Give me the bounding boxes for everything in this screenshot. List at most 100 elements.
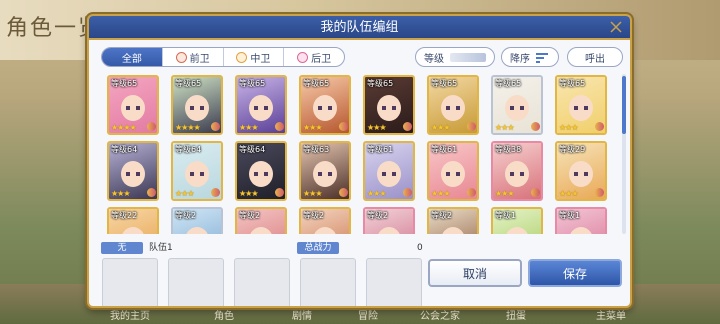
character-stars: ★★★ [239, 189, 258, 198]
team-slot[interactable] [366, 258, 422, 306]
character-card[interactable]: 等级64 ★★★ [171, 141, 223, 201]
team-slot[interactable] [234, 258, 290, 306]
character-stars: ★★★ [559, 189, 578, 198]
character-level: 等级22 [111, 211, 138, 220]
character-eyes [190, 172, 204, 176]
character-eyes [382, 172, 396, 176]
character-card[interactable]: 等级2 [235, 207, 287, 234]
save-label: 保存 [562, 266, 587, 281]
filter-back-button[interactable]: 后卫 [284, 48, 344, 66]
character-eyes [190, 106, 204, 110]
total-power-value: 0 [417, 243, 423, 253]
save-button[interactable]: 保存 [528, 259, 622, 287]
dialog-ornament-icon [610, 21, 622, 33]
character-stars: ★★★★ [111, 123, 137, 132]
team-info-bar: 无 队伍1 总战力 0 [101, 242, 521, 254]
grid-scrollbar[interactable] [622, 74, 626, 234]
character-level: 等级61 [367, 145, 394, 154]
character-stars: ★★★ [239, 123, 258, 132]
dialog-title: 我的队伍编组 [89, 16, 630, 40]
rank-badge-icon [147, 188, 156, 197]
character-eyes [510, 106, 524, 110]
middle-position-icon [236, 51, 248, 63]
character-card[interactable]: 等级65 ★★★ [555, 75, 607, 135]
character-level: 等级2 [175, 211, 197, 220]
character-eyes [254, 106, 268, 110]
character-card[interactable]: 等级65 ★★★ [363, 75, 415, 135]
rank-badge-icon [275, 122, 284, 131]
nav-tab-adventure[interactable]: 冒险 [358, 307, 378, 322]
character-card[interactable]: 等级63 ★★★ [299, 141, 351, 201]
character-card[interactable]: 等级29 ★★★ [555, 141, 607, 201]
team-slot[interactable] [102, 258, 158, 306]
character-level: 等级65 [303, 79, 330, 88]
character-level: 等级65 [431, 79, 458, 88]
team-tag: 无 [101, 242, 143, 254]
character-card[interactable]: 等级38 ★★★ [491, 141, 543, 201]
call-button[interactable]: 呼出 [567, 47, 623, 67]
character-eyes [574, 106, 588, 110]
character-eyes [318, 106, 332, 110]
character-stars: ★★★ [495, 123, 514, 132]
filter-middle-button[interactable]: 中卫 [224, 48, 285, 66]
total-power-label: 总战力 [297, 242, 339, 254]
character-card[interactable]: 等级64 ★★★ [235, 141, 287, 201]
rank-badge-icon [595, 188, 604, 197]
character-eyes [126, 106, 140, 110]
sort-key-button[interactable]: 等级 [415, 47, 495, 67]
character-card[interactable]: 等级65 ★★★★ [171, 75, 223, 135]
character-grid: 等级65 ★★★★ 等级65 ★★★★ 等级65 ★★★ 等级65 ★★★ 等级65 ★★★ 等级6… [101, 73, 621, 234]
cancel-button[interactable]: 取消 [428, 259, 522, 287]
nav-tab-story[interactable]: 剧情 [292, 307, 312, 322]
sort-order-button[interactable]: 降序 [501, 47, 559, 67]
nav-tab-guild[interactable]: 公会之家 [420, 307, 460, 322]
rank-badge-icon [339, 188, 348, 197]
rank-badge-icon [403, 188, 412, 197]
character-level: 等级2 [431, 211, 453, 220]
character-level: 等级63 [303, 145, 330, 154]
nav-tab-home[interactable]: 我的主页 [110, 307, 150, 322]
nav-tab-menu[interactable]: 主菜单 [596, 307, 626, 322]
team-slot[interactable] [168, 258, 224, 306]
rank-badge-icon [467, 122, 476, 131]
character-card[interactable]: 等级2 [299, 207, 351, 234]
rank-badge-icon [467, 188, 476, 197]
team-slot[interactable] [300, 258, 356, 306]
character-level: 等级2 [367, 211, 389, 220]
character-card[interactable]: 等级65 ★★★ [299, 75, 351, 135]
character-card[interactable]: 等级2 [363, 207, 415, 234]
nav-tab-gacha[interactable]: 扭蛋 [506, 307, 526, 322]
character-card[interactable]: 等级61 ★★★ [363, 141, 415, 201]
rank-badge-icon [531, 122, 540, 131]
character-eyes [446, 172, 460, 176]
character-card[interactable]: 等级1 [491, 207, 543, 234]
character-level: 等级1 [495, 211, 517, 220]
team-edit-dialog: 我的队伍编组 全部 前卫 中卫 后卫 等级 降序 呼出 等级65 ★★★★ 等级… [87, 14, 632, 308]
character-card[interactable]: 等级2 [171, 207, 223, 234]
character-level: 等级2 [303, 211, 325, 220]
character-card[interactable]: 等级65 ★★★ [427, 75, 479, 135]
rank-badge-icon [403, 122, 412, 131]
rank-badge-icon [531, 188, 540, 197]
character-card[interactable]: 等级64 ★★★ [107, 141, 159, 201]
character-card[interactable]: 等级65 ★★★ [491, 75, 543, 135]
character-card[interactable]: 等级61 ★★★ [427, 141, 479, 201]
character-level: 等级64 [111, 145, 138, 154]
character-level: 等级2 [239, 211, 261, 220]
character-card[interactable]: 等级22 [107, 207, 159, 234]
cancel-label: 取消 [462, 266, 487, 281]
character-stars: ★★★ [495, 189, 514, 198]
filter-all-button[interactable]: 全部 [102, 48, 163, 66]
team-name[interactable]: 队伍1 [149, 242, 173, 254]
character-card[interactable]: 等级2 [427, 207, 479, 234]
grid-scroll-thumb[interactable] [622, 76, 626, 134]
filter-front-button[interactable]: 前卫 [163, 48, 224, 66]
character-card[interactable]: 等级1 [555, 207, 607, 234]
character-card[interactable]: 等级65 ★★★★ [107, 75, 159, 135]
rank-badge-icon [275, 188, 284, 197]
filter-all-label: 全部 [121, 53, 142, 65]
nav-tab-character[interactable]: 角色 [214, 307, 234, 322]
character-eyes [446, 106, 460, 110]
character-card[interactable]: 等级65 ★★★ [235, 75, 287, 135]
sort-key-indicator-icon [450, 52, 486, 62]
